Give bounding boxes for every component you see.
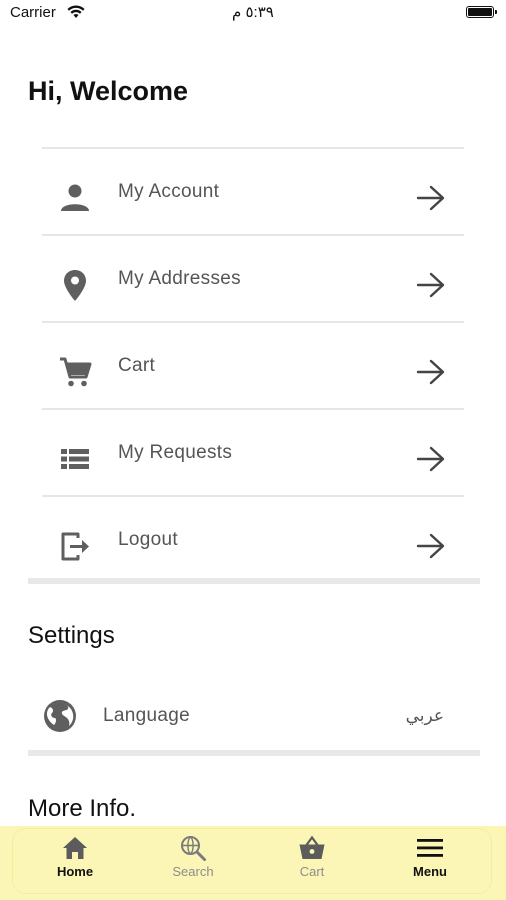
menu-item-label: Logout: [118, 529, 178, 550]
arrow-right-icon: [416, 185, 445, 211]
more-info-title: More Info.: [28, 795, 137, 822]
tab-search[interactable]: Search: [148, 826, 238, 896]
list-icon: [61, 449, 89, 469]
tab-label: Menu: [413, 864, 447, 879]
basket-icon: [299, 835, 325, 859]
language-value: عربي: [405, 706, 444, 725]
carrier-label: Carrier: [10, 4, 56, 21]
menu-item-label: Cart: [118, 355, 156, 376]
status-bar: Carrier ٥:٣٩ م: [0, 0, 506, 28]
cart-icon: [60, 357, 92, 387]
language-setting-row[interactable]: Language عربي: [28, 690, 480, 746]
menu-item-label: My Account: [118, 181, 220, 202]
arrow-right-icon: [416, 272, 445, 298]
tab-label: Search: [172, 864, 214, 879]
wifi-icon: [67, 5, 85, 18]
tab-cart[interactable]: Cart: [267, 826, 357, 896]
tab-label: Home: [56, 864, 94, 879]
account-menu-list: My Account My Addresses Cart My Requests…: [42, 147, 464, 582]
section-divider: [28, 750, 480, 756]
menu-item-label: My Requests: [118, 442, 233, 463]
bottom-tab-bar: Home Search Cart Menu: [0, 826, 506, 900]
menu-item-logout[interactable]: Logout: [42, 497, 464, 582]
location-pin-icon: [64, 270, 86, 301]
tab-menu[interactable]: Menu: [385, 826, 475, 896]
tab-home[interactable]: Home: [30, 826, 120, 896]
tab-label: Cart: [299, 864, 325, 879]
person-icon: [61, 184, 89, 211]
settings-title: Settings: [28, 622, 115, 649]
arrow-right-icon: [416, 446, 445, 472]
menu-item-my-requests[interactable]: My Requests: [42, 410, 464, 497]
globe-icon: [44, 700, 76, 732]
home-icon: [63, 837, 87, 859]
page-title: Hi, Welcome: [28, 76, 189, 106]
battery-icon: [466, 6, 497, 18]
section-divider: [28, 578, 480, 584]
status-time: ٥:٣٩ م: [232, 4, 274, 21]
menu-item-my-addresses[interactable]: My Addresses: [42, 236, 464, 323]
menu-item-label: My Addresses: [118, 268, 241, 289]
menu-item-cart[interactable]: Cart: [42, 323, 464, 410]
arrow-right-icon: [416, 359, 445, 385]
arrow-right-icon: [416, 533, 445, 559]
menu-item-my-account[interactable]: My Account: [42, 149, 464, 236]
search-globe-icon: [181, 836, 206, 861]
hamburger-menu-icon: [417, 839, 443, 857]
logout-icon: [61, 532, 89, 561]
language-label: Language: [103, 705, 190, 726]
